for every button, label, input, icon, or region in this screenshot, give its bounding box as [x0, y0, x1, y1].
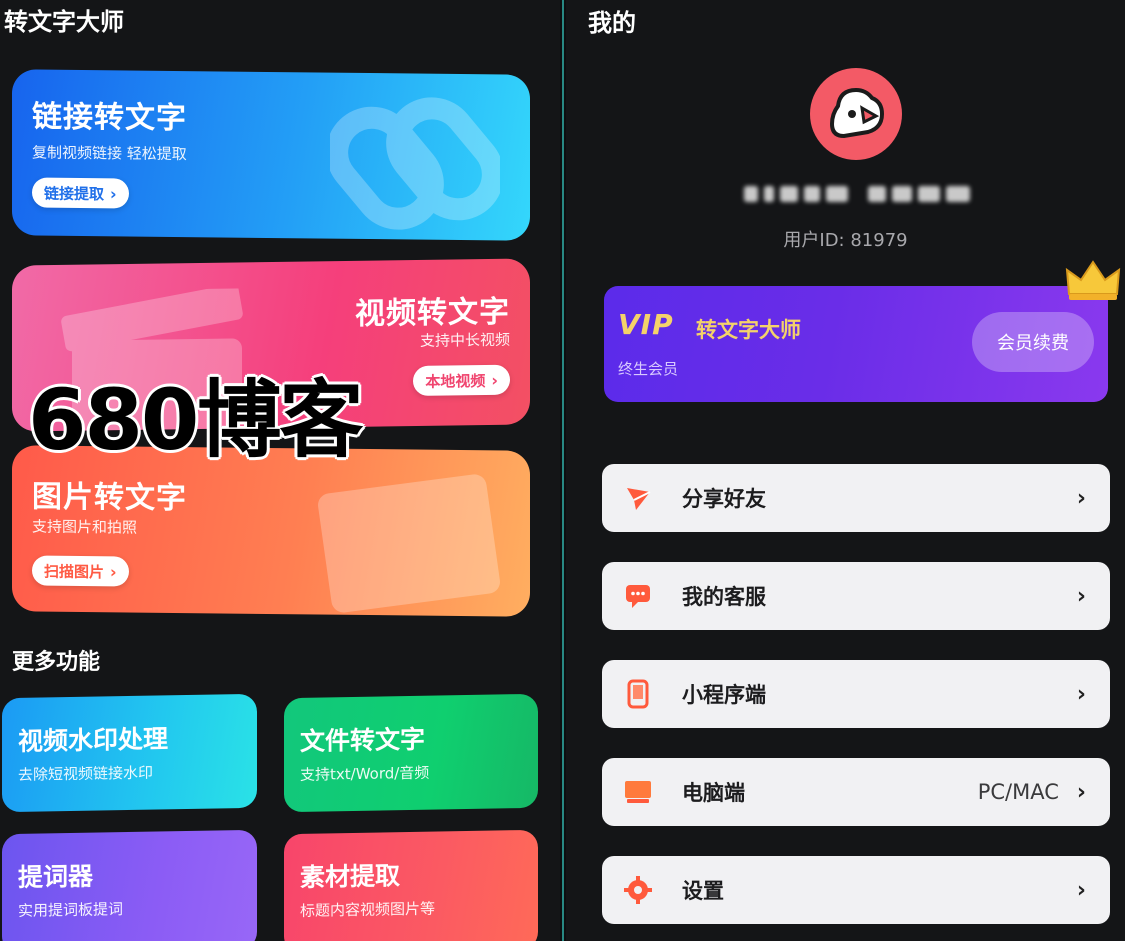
- avatar[interactable]: [810, 68, 902, 160]
- avatar-icon: [829, 87, 885, 139]
- chevron-right-icon: ›: [1076, 681, 1086, 707]
- vip-logo: VIP: [618, 308, 674, 341]
- menu-share-friends[interactable]: 分享好友 ›: [602, 464, 1110, 532]
- menu-label: 分享好友: [682, 487, 766, 511]
- profile-panel: 我的 用户ID: 81979 VIP 转文字大师 终生会员 会员续费 分享好友: [566, 0, 1125, 941]
- link-chain-icon: [330, 97, 500, 230]
- link-extract-label: 链接提取: [44, 184, 105, 203]
- video-watermark-card[interactable]: 视频水印处理 去除短视频链接水印: [2, 693, 257, 813]
- video-watermark-subtitle: 去除短视频链接水印: [18, 763, 154, 784]
- menu-label: 电脑端: [682, 781, 745, 805]
- menu-settings[interactable]: 设置 ›: [602, 856, 1110, 924]
- chevron-right-icon: ›: [110, 183, 117, 203]
- settings-icon: [620, 872, 656, 908]
- file-to-text-title: 文件转文字: [300, 724, 426, 756]
- chevron-right-icon: ›: [110, 561, 117, 581]
- more-features-heading: 更多功能: [12, 650, 101, 675]
- chevron-right-icon: ›: [1076, 583, 1086, 609]
- link-extract-button[interactable]: 链接提取 ›: [32, 177, 129, 209]
- image-card-title: 图片转文字: [32, 479, 187, 517]
- menu-label: 设置: [682, 879, 724, 903]
- file-to-text-card[interactable]: 文件转文字 支持txt/Word/音频: [284, 693, 538, 813]
- computer-icon: [620, 774, 656, 810]
- link-to-text-card[interactable]: 链接转文字 复制视频链接 轻松提取 链接提取 ›: [12, 69, 530, 241]
- video-card-title: 视频转文字: [355, 294, 510, 332]
- menu-customer-service[interactable]: 我的客服 ›: [602, 562, 1110, 630]
- chevron-right-icon: ›: [1076, 779, 1086, 805]
- video-watermark-title: 视频水印处理: [18, 724, 169, 756]
- menu-label: 小程序端: [682, 683, 766, 707]
- vip-card[interactable]: VIP 转文字大师 终生会员 会员续费: [604, 286, 1108, 402]
- link-card-subtitle: 复制视频链接 轻松提取: [32, 143, 187, 164]
- file-to-text-subtitle: 支持txt/Word/音频: [300, 763, 430, 784]
- watermark-text: 680博客: [28, 371, 363, 469]
- user-id: 用户ID: 81979: [783, 230, 908, 251]
- picture-icon: [318, 474, 500, 613]
- chevron-right-icon: ›: [491, 370, 498, 390]
- menu-label: 我的客服: [682, 585, 766, 609]
- material-extract-title: 素材提取: [300, 861, 401, 892]
- crown-icon: [1065, 260, 1121, 300]
- vip-level: 终生会员: [618, 360, 679, 378]
- teleprompter-card[interactable]: 提词器 实用提词板提词: [2, 829, 257, 941]
- image-card-subtitle: 支持图片和拍照: [32, 517, 138, 537]
- material-extract-subtitle: 标题内容视频图片等: [300, 899, 436, 920]
- video-card-subtitle: 支持中长视频: [419, 330, 510, 350]
- image-to-text-card[interactable]: 图片转文字 支持图片和拍照 扫描图片 ›: [12, 445, 530, 617]
- share-icon: [620, 480, 656, 516]
- menu-mini-program[interactable]: 小程序端 ›: [602, 660, 1110, 728]
- blurred-username: [744, 180, 972, 208]
- customer-service-icon: [620, 578, 656, 614]
- scan-image-button[interactable]: 扫描图片 ›: [32, 555, 129, 587]
- chevron-right-icon: ›: [1076, 877, 1086, 903]
- link-card-title: 链接转文字: [32, 99, 187, 137]
- app-title: 转文字大师: [4, 8, 124, 36]
- home-panel: 转文字大师 链接转文字 复制视频链接 轻松提取 链接提取 › 视频转文字 支持中…: [0, 0, 560, 941]
- teleprompter-subtitle: 实用提词板提词: [18, 900, 124, 920]
- menu-desktop[interactable]: 电脑端 PC/MAC ›: [602, 758, 1110, 826]
- renew-membership-button[interactable]: 会员续费: [972, 312, 1094, 372]
- material-extract-card[interactable]: 素材提取 标题内容视频图片等: [284, 829, 538, 941]
- platform-value: PC/MAC: [977, 780, 1059, 804]
- scan-image-label: 扫描图片: [44, 562, 105, 581]
- profile-title: 我的: [588, 9, 636, 37]
- local-video-label: 本地视频: [425, 371, 486, 391]
- vip-brand: 转文字大师: [696, 318, 801, 342]
- local-video-button[interactable]: 本地视频 ›: [413, 364, 510, 397]
- mini-program-icon: [620, 676, 656, 712]
- chevron-right-icon: ›: [1076, 485, 1086, 511]
- teleprompter-title: 提词器: [18, 861, 94, 892]
